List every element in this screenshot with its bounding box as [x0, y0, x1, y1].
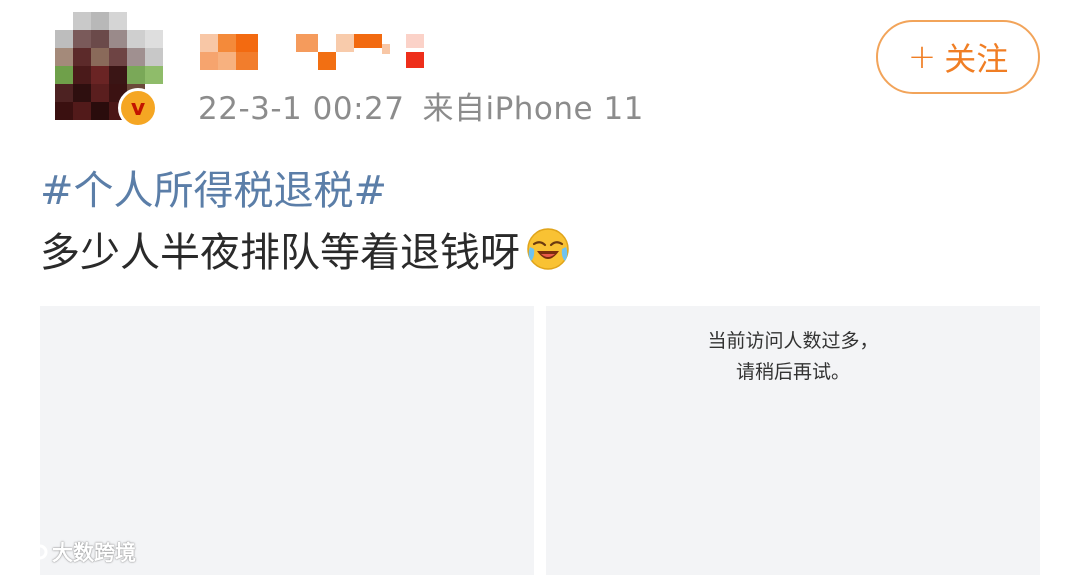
verified-badge-icon: v [118, 88, 158, 128]
watermark-text: 大数跨境 [52, 541, 136, 565]
post-meta: 22-3-1 00:27 来自iPhone 11 [198, 83, 644, 128]
post-timestamp: 22-3-1 00:27 [198, 91, 405, 127]
follow-button[interactable]: + 关注 [876, 20, 1040, 94]
post-text: 多少人半夜排队等着退钱呀 [40, 230, 520, 276]
follow-label: 关注 [944, 40, 1009, 78]
image-error-line2: 请稍后再试。 [735, 361, 850, 383]
watermark: 大数跨境 [8, 537, 136, 567]
post-image-2[interactable]: 当前访问人数过多， 请稍后再试。 [546, 306, 1040, 575]
laughing-crying-emoji-icon [526, 227, 570, 271]
topic-hashtag-link[interactable]: #个人所得税退税# [40, 158, 387, 216]
post-image-1[interactable] [40, 306, 534, 575]
post-text-row: 多少人半夜排队等着退钱呀 [40, 220, 570, 278]
plus-icon: + [907, 37, 937, 77]
post-source: 来自iPhone 11 [422, 91, 644, 127]
image-error-message: 当前访问人数过多， 请稍后再试。 [546, 326, 1040, 388]
watermark-logo-icon [10, 541, 48, 563]
image-error-line1: 当前访问人数过多， [707, 330, 879, 352]
username[interactable] [200, 30, 440, 70]
